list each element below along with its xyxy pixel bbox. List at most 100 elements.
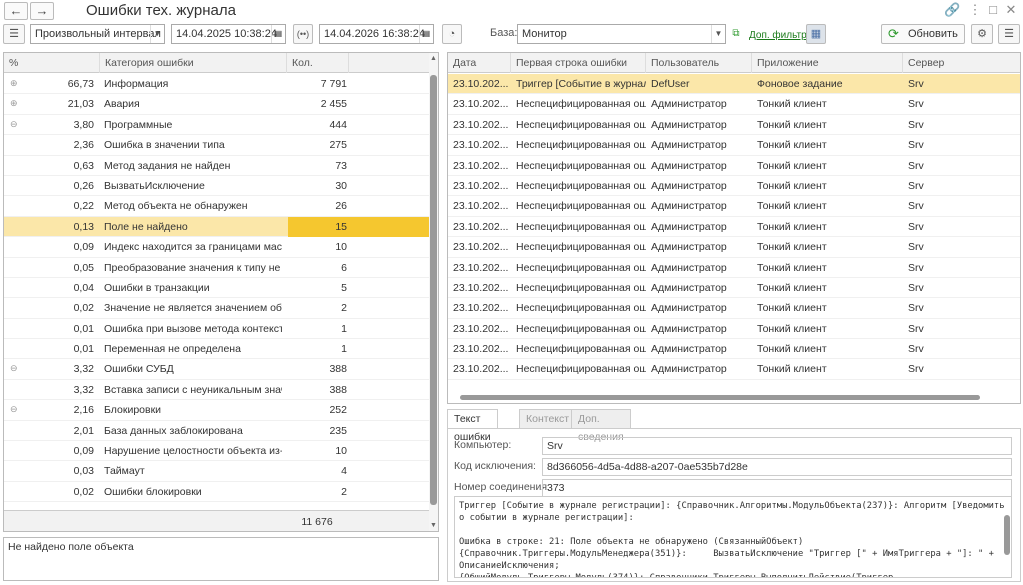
- table-row[interactable]: 0,13 Поле не найдено 15: [4, 216, 430, 238]
- more-icon[interactable]: ⋮: [968, 3, 982, 17]
- table-row[interactable]: 0,02 Значение не является значением объе.…: [4, 298, 430, 319]
- table-row[interactable]: 23.10.202... Неспецифицированная ош... Адм…: [448, 359, 1020, 380]
- count-cell: 235: [329, 424, 347, 437]
- category-cell: Информация: [104, 78, 169, 90]
- date-cell: 23.10.202...: [453, 220, 509, 233]
- user-cell: Администратор: [651, 241, 727, 254]
- horizontal-scrollbar[interactable]: [450, 393, 1018, 401]
- tab-extra-info[interactable]: Доп. сведения: [571, 409, 631, 443]
- error-text-area[interactable]: Триггер [Событие в журнале регистрации]:…: [454, 496, 1012, 578]
- forward-button[interactable]: →: [30, 2, 54, 20]
- column-header-server[interactable]: Сервер: [903, 53, 1020, 73]
- expand-toggle-icon[interactable]: ⊖: [10, 119, 18, 130]
- chevron-down-icon[interactable]: ▼: [711, 25, 725, 43]
- column-header-user[interactable]: Пользователь: [646, 53, 752, 73]
- extra-filter-link[interactable]: Доп. фильтр: [749, 30, 807, 41]
- first-line-cell: Неспецифицированная ош...: [516, 343, 646, 356]
- table-row[interactable]: 23.10.202... Неспецифицированная ош... Адм…: [448, 319, 1020, 340]
- table-row[interactable]: ⊖ 2,16 Блокировки 252: [4, 400, 430, 421]
- tab-context[interactable]: Контекст: [519, 409, 577, 429]
- interval-select[interactable]: Произвольный интервал ▼: [30, 24, 165, 44]
- maximize-icon[interactable]: □: [986, 3, 1000, 17]
- table-row[interactable]: 3,32 Вставка записи с неуникальным значе.…: [4, 380, 430, 401]
- chart-toggle-button[interactable]: ◔: [442, 24, 462, 44]
- table-row[interactable]: 23.10.202... Неспецифицированная ош... Адм…: [448, 258, 1020, 278]
- column-header-app[interactable]: Приложение: [752, 53, 903, 73]
- back-button[interactable]: ←: [4, 2, 28, 20]
- view-toggle-button[interactable]: ▦: [806, 24, 826, 44]
- close-icon[interactable]: ✕: [1004, 3, 1018, 17]
- exception-field[interactable]: 8d366056-4d5a-4d88-a207-0ae535b7d28e: [542, 458, 1012, 476]
- date-cell: 23.10.202...: [453, 118, 509, 131]
- scrollbar-thumb[interactable]: [460, 395, 980, 400]
- table-row[interactable]: 0,05 Преобразование значения к типу не мо…: [4, 258, 430, 278]
- settings-button[interactable]: ⚙: [971, 24, 993, 44]
- column-header-category[interactable]: Категория ошибки: [100, 53, 287, 73]
- expand-toggle-icon[interactable]: ⊕: [10, 78, 18, 89]
- table-row[interactable]: 23.10.202... Неспецифицированная ош... Адм…: [448, 339, 1020, 360]
- calendar-icon[interactable]: ▦: [271, 25, 285, 43]
- table-row[interactable]: 0,22 Метод объекта не обнаружен 26: [4, 196, 430, 217]
- column-header-pct[interactable]: %: [4, 53, 100, 73]
- table-row[interactable]: ⊕ 66,73 Информация 7 791: [4, 74, 430, 95]
- scroll-up-icon[interactable]: ▲: [430, 55, 437, 62]
- table-row[interactable]: 23.10.202... Неспецифицированная ош... Адм…: [448, 278, 1020, 299]
- tab-error-text[interactable]: Текст ошибки: [447, 409, 498, 443]
- table-row[interactable]: 0,26 ВызватьИсключение 30: [4, 176, 430, 197]
- user-cell: Администратор: [651, 281, 727, 294]
- column-header-count[interactable]: Кол.: [287, 53, 349, 73]
- first-line-cell: Неспецифицированная ош...: [516, 179, 646, 192]
- table-row[interactable]: 2,01 База данных заблокирована 235: [4, 421, 430, 442]
- table-row[interactable]: 2,36 Ошибка в значении типа 275: [4, 135, 430, 156]
- base-select[interactable]: Монитор ▼: [517, 24, 726, 44]
- table-row[interactable]: 0,04 Ошибки в транзакции 5: [4, 278, 430, 299]
- table-row[interactable]: 23.10.202... Неспецифицированная ош... Адм…: [448, 115, 1020, 136]
- table-row[interactable]: 23.10.202... Неспецифицированная ош... Адм…: [448, 156, 1020, 176]
- table-row[interactable]: ⊕ 21,03 Авария 2 455: [4, 94, 430, 115]
- vertical-scrollbar[interactable]: ▲ ▼: [429, 53, 438, 531]
- column-header-first-line[interactable]: Первая строка ошибки: [511, 53, 646, 73]
- pct-cell: 0,63: [73, 159, 94, 172]
- table-row[interactable]: 0,01 Ошибка при вызове метода контекста 1: [4, 319, 430, 340]
- scrollbar-thumb[interactable]: [430, 75, 437, 505]
- table-row[interactable]: 0,01 Переменная не определена 1: [4, 339, 430, 360]
- period-button[interactable]: (••): [293, 24, 313, 44]
- table-row[interactable]: 23.10.202... Неспецифицированная ош... Адм…: [448, 176, 1020, 197]
- table-row[interactable]: 23.10.202... Неспецифицированная ош... Адм…: [448, 217, 1020, 238]
- expand-toggle-icon[interactable]: ⊖: [10, 363, 18, 374]
- column-header-date[interactable]: Дата: [448, 53, 511, 73]
- table-row[interactable]: 23.10.202... Неспецифицированная ош... Адм…: [448, 196, 1020, 217]
- table-row[interactable]: 0,03 Таймаут 4: [4, 461, 430, 482]
- open-icon[interactable]: ⧉: [729, 27, 743, 41]
- menu-button[interactable]: ☰: [3, 24, 25, 44]
- count-cell: 388: [329, 363, 347, 376]
- category-cell: ВызватьИсключение: [104, 179, 205, 192]
- connection-field[interactable]: 373: [542, 479, 1012, 497]
- table-row[interactable]: ⊖ 3,32 Ошибки СУБД 388: [4, 359, 430, 380]
- scroll-down-icon[interactable]: ▼: [430, 522, 437, 529]
- first-line-cell: Неспецифицированная ош...: [516, 118, 646, 131]
- table-row[interactable]: 23.10.202... Неспецифицированная ош... Адм…: [448, 94, 1020, 115]
- category-cell: Ошибки в транзакции: [104, 281, 210, 294]
- table-row[interactable]: 0,09 Нарушение целостности объекта из-за …: [4, 441, 430, 462]
- more-button[interactable]: ☰: [998, 24, 1020, 44]
- date-from-field[interactable]: 14.04.2025 10:38:24 ▦: [171, 24, 286, 44]
- table-row[interactable]: 23.10.202... Триггер [Событие в журнал...…: [448, 74, 1020, 95]
- computer-field[interactable]: Srv: [542, 437, 1012, 455]
- scrollbar-thumb[interactable]: [1004, 515, 1010, 555]
- table-row[interactable]: 0,02 Ошибки блокировки 2: [4, 482, 430, 503]
- expand-toggle-icon[interactable]: ⊖: [10, 404, 18, 415]
- expand-toggle-icon[interactable]: ⊕: [10, 98, 18, 109]
- table-row[interactable]: 0,63 Метод задания не найден 73: [4, 156, 430, 176]
- table-row[interactable]: 23.10.202... Неспецифицированная ош... Адм…: [448, 135, 1020, 156]
- computer-label: Компьютер:: [454, 439, 512, 451]
- calendar-icon[interactable]: ▦: [419, 25, 433, 43]
- table-row[interactable]: 23.10.202... Неспецифицированная ош... Адм…: [448, 298, 1020, 319]
- date-to-field[interactable]: 14.04.2026 16:38:24 ▦: [319, 24, 434, 44]
- link-icon[interactable]: 🔗: [944, 3, 960, 17]
- table-row[interactable]: ⊖ 3,80 Программные 444: [4, 115, 430, 136]
- table-row[interactable]: 23.10.202... Неспецифицированная ош... Адм…: [448, 237, 1020, 258]
- chevron-down-icon[interactable]: ▼: [150, 25, 164, 43]
- table-row[interactable]: 0,09 Индекс находится за границами массив…: [4, 237, 430, 258]
- refresh-button[interactable]: ⟳ Обновить: [881, 24, 965, 44]
